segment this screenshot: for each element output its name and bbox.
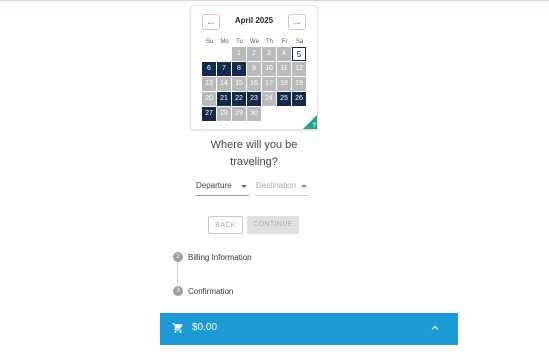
- calendar-day[interactable]: 24: [262, 92, 276, 106]
- calendar-day[interactable]: 21: [217, 92, 231, 106]
- caret-down-icon: [301, 185, 307, 188]
- step-number: 3: [173, 286, 183, 296]
- calendar-day[interactable]: 16: [247, 77, 261, 91]
- continue-button[interactable]: CONTINUE: [247, 216, 299, 234]
- calendar-day[interactable]: 13: [202, 77, 216, 91]
- calendar-day[interactable]: 15: [232, 77, 246, 91]
- calendar-day[interactable]: 22: [232, 92, 246, 106]
- question-line-1: Where will you be: [210, 139, 298, 151]
- calendar-day[interactable]: 14: [217, 77, 231, 91]
- step-billing-information[interactable]: Billing Information: [188, 253, 252, 262]
- calendar-day[interactable]: 29: [232, 107, 246, 121]
- step-number: 2: [173, 252, 183, 262]
- weekday-label: Tu: [236, 39, 243, 45]
- weekday-label: Sa: [295, 39, 304, 45]
- cart-bar[interactable]: $0.00: [160, 313, 458, 345]
- chevron-up-icon[interactable]: [430, 323, 440, 333]
- destination-select-value: Destination: [256, 181, 297, 190]
- weekday-label: Th: [265, 39, 273, 45]
- calendar-day[interactable]: 3: [262, 47, 276, 61]
- top-divider: [0, 0, 549, 1]
- calendar-day[interactable]: 4: [277, 47, 291, 61]
- calendar-day[interactable]: 23: [247, 92, 261, 106]
- calendar-day[interactable]: 1: [232, 47, 246, 61]
- month-label: April 2025: [234, 16, 274, 25]
- calendar-day[interactable]: 6: [202, 62, 216, 76]
- departure-select-value: Departure: [196, 181, 232, 190]
- date-picker: ← April 2025 → Su Mo Tu We Th Fr Sa 1234…: [190, 5, 318, 130]
- arrow-right-icon: →: [291, 16, 303, 28]
- departure-select[interactable]: Departure: [196, 181, 249, 196]
- calendar-day[interactable]: 12: [292, 62, 306, 76]
- arrow-left-icon: ←: [205, 16, 217, 28]
- calendar-day[interactable]: 9: [247, 62, 261, 76]
- next-month-button[interactable]: →: [288, 14, 306, 30]
- calendar-day[interactable]: 17: [262, 77, 276, 91]
- calendar-day[interactable]: 18: [277, 77, 291, 91]
- calendar-day[interactable]: 28: [217, 107, 231, 121]
- calendar-day[interactable]: 27: [202, 107, 216, 121]
- calendar-day[interactable]: 11: [277, 62, 291, 76]
- cart-total: $0.00: [192, 322, 218, 333]
- back-button[interactable]: BACK: [208, 216, 243, 234]
- calendar-day[interactable]: 26: [292, 92, 306, 106]
- calendar-day[interactable]: 7: [217, 62, 231, 76]
- calendar-day[interactable]: 5: [292, 47, 306, 61]
- weekday-label: Su: [205, 39, 214, 45]
- destination-select[interactable]: Destination: [256, 181, 309, 196]
- caret-down-icon: [241, 185, 247, 188]
- help-icon[interactable]: ?: [312, 123, 316, 129]
- weekday-label: Mo: [220, 39, 229, 45]
- step-confirmation[interactable]: Confirmation: [188, 287, 233, 296]
- calendar-day[interactable]: 19: [292, 77, 306, 91]
- calendar-day[interactable]: 25: [277, 92, 291, 106]
- question-line-2: traveling?: [230, 156, 278, 168]
- calendar-day[interactable]: 8: [232, 62, 246, 76]
- shopping-cart-icon: [172, 323, 183, 333]
- calendar-day[interactable]: 10: [262, 62, 276, 76]
- calendar-day[interactable]: 30: [247, 107, 261, 121]
- calendar-day[interactable]: 20: [202, 92, 216, 106]
- prev-month-button[interactable]: ←: [202, 14, 220, 30]
- weekday-label: Fr: [281, 39, 288, 45]
- step-connector: [177, 262, 178, 284]
- weekday-label: We: [250, 39, 259, 45]
- calendar-day[interactable]: 2: [247, 47, 261, 61]
- travel-question: Where will you be traveling?: [180, 137, 328, 171]
